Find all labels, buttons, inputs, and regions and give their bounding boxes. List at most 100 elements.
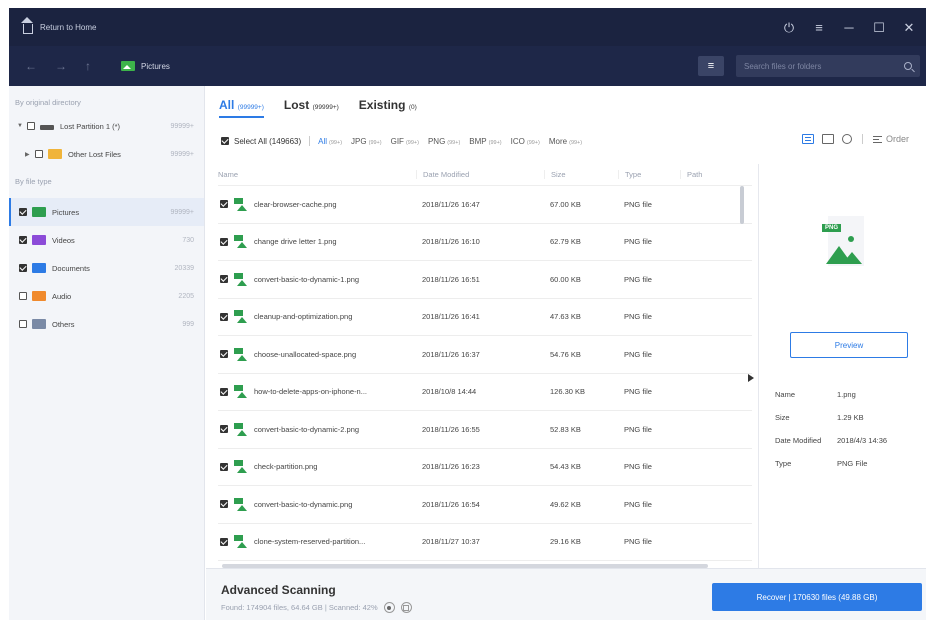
detail-panel: PNG Preview Name 1.png Size 1.29 KB Date M…	[748, 164, 926, 568]
minimize-icon[interactable]: ─	[842, 21, 856, 34]
tab-label: All	[219, 98, 235, 112]
row-checkbox[interactable]	[220, 350, 228, 359]
sidebar-item-documents[interactable]: Documents 20339	[9, 254, 204, 282]
file-name: convert-basic-to-dynamic-2.png	[254, 424, 360, 434]
filter-label: JPG	[351, 136, 367, 146]
back-arrow-icon[interactable]: ←	[25, 59, 37, 73]
table-row[interactable]: check-partition.png 2018/11/26 16:23 54.43…	[218, 449, 752, 486]
row-checkbox[interactable]	[220, 500, 228, 509]
filter-more[interactable]: More (99+)	[549, 137, 582, 146]
sidebar-item-others[interactable]: Others 999	[9, 310, 204, 338]
table-row[interactable]: cleanup-and-optimization.png 2018/11/26 1…	[218, 299, 752, 336]
stop-scan-icon[interactable]	[400, 602, 412, 613]
filter-gif[interactable]: GIF (99+)	[391, 137, 419, 146]
select-all-label[interactable]: Select All (149663)	[234, 137, 301, 146]
row-checkbox[interactable]	[220, 200, 228, 209]
filter-bmp[interactable]: BMP (99+)	[469, 137, 501, 146]
row-checkbox[interactable]	[220, 237, 228, 246]
power-icon[interactable]: ⏻	[782, 21, 796, 34]
table-row[interactable]: clear-browser-cache.png 2018/11/26 16:47 6…	[218, 186, 752, 224]
header-size[interactable]: Size	[544, 170, 618, 179]
thumbnail-view-icon[interactable]	[821, 134, 834, 144]
table-row[interactable]: convert-basic-to-dynamic-1.png 2018/11/26…	[218, 261, 752, 299]
tab-all[interactable]: All (99999+)	[219, 98, 264, 118]
forward-arrow-icon[interactable]: →	[55, 59, 67, 73]
sidebar-item-videos[interactable]: Videos 730	[9, 226, 204, 254]
filter-ico[interactable]: ICO (99+)	[511, 137, 540, 146]
sidebar-item-pictures[interactable]: Pictures 99999+	[9, 198, 204, 226]
filter-count: (99+)	[526, 139, 540, 146]
filter-count: (99+)	[488, 139, 502, 146]
tree-other-lost-files[interactable]: ▶ Other Lost Files 99999+	[9, 140, 204, 168]
cell-name: convert-basic-to-dynamic-1.png	[218, 272, 416, 286]
order-button[interactable]: Order	[872, 134, 909, 144]
order-label: Order	[885, 134, 909, 144]
up-arrow-icon[interactable]: ↑	[85, 59, 91, 73]
table-row[interactable]: choose-unallocated-space.png 2018/11/26 1…	[218, 336, 752, 374]
row-checkbox[interactable]	[220, 312, 228, 321]
divider	[309, 136, 311, 146]
others-checkbox[interactable]	[19, 320, 27, 328]
maximize-icon[interactable]: ☐	[872, 21, 886, 34]
row-checkbox[interactable]	[220, 462, 228, 471]
preview-button[interactable]: Preview	[790, 332, 908, 358]
filter-all[interactable]: All (99+)	[318, 137, 342, 146]
table-row[interactable]: how-to-delete-apps-on-iphone-n... 2018/10…	[218, 374, 752, 411]
tree-label: Lost Partition 1 (*)	[60, 121, 121, 131]
table-body: clear-browser-cache.png 2018/11/26 16:47 6…	[218, 186, 752, 561]
pictures-checkbox[interactable]	[19, 208, 27, 216]
cell-size: 126.30 KB	[550, 387, 586, 397]
table-row[interactable]: convert-basic-to-dynamic.png 2018/11/26 1…	[218, 486, 752, 524]
filter-count: (99+)	[329, 139, 343, 146]
table-row[interactable]: clone-system-reserved-partition... 2018/1…	[218, 524, 752, 561]
close-icon[interactable]: ✕	[902, 21, 916, 34]
tab-count: (99999+)	[237, 104, 264, 111]
breadcrumb[interactable]: Pictures	[121, 61, 170, 71]
search-icon[interactable]	[904, 62, 912, 70]
row-checkbox[interactable]	[220, 425, 228, 434]
tag-icon[interactable]	[841, 134, 852, 144]
collapse-panel-icon[interactable]	[748, 374, 754, 382]
tree-lost-partition[interactable]: ▼ Lost Partition 1 (*) 99999+	[9, 112, 204, 140]
videos-checkbox[interactable]	[19, 236, 27, 244]
select-all-checkbox[interactable]	[221, 137, 229, 145]
documents-checkbox[interactable]	[19, 264, 27, 272]
audio-checkbox[interactable]	[19, 292, 27, 300]
recover-button[interactable]: Recover | 170630 files (49.88 GB)	[712, 583, 922, 611]
filter-jpg[interactable]: JPG (99+)	[351, 137, 382, 146]
tab-lost[interactable]: Lost (99999+)	[284, 98, 339, 116]
header-date[interactable]: Date Modified	[416, 170, 544, 179]
row-checkbox[interactable]	[220, 275, 228, 284]
cell-type: PNG file	[624, 312, 652, 322]
row-checkbox[interactable]	[220, 387, 228, 396]
sun-shape	[848, 236, 854, 242]
filter-label: BMP	[469, 136, 487, 146]
table-row[interactable]: change drive letter 1.png 2018/11/26 16:1…	[218, 224, 752, 261]
table-row[interactable]: convert-basic-to-dynamic-2.png 2018/11/26…	[218, 411, 752, 449]
cell-type: PNG file	[624, 499, 652, 509]
header-type[interactable]: Type	[618, 170, 680, 179]
return-home-button[interactable]: Return to Home	[21, 16, 96, 34]
row-checkbox[interactable]	[220, 537, 228, 546]
filter-png[interactable]: PNG (99+)	[428, 137, 460, 146]
view-menu-button[interactable]: ≡	[698, 56, 724, 76]
list-view-icon[interactable]	[801, 134, 814, 144]
image-file-icon	[233, 535, 247, 549]
sidebar-item-audio[interactable]: Audio 2205	[9, 282, 204, 310]
tree-checkbox[interactable]	[35, 150, 43, 158]
scan-footer: Advanced Scanning Found: 174904 files, 6…	[206, 568, 926, 620]
file-name: change drive letter 1.png	[254, 237, 337, 247]
tree-checkbox[interactable]	[27, 122, 35, 130]
tab-existing[interactable]: Existing (0)	[359, 98, 417, 116]
vertical-scrollbar[interactable]	[740, 186, 744, 224]
cell-name: change drive letter 1.png	[218, 235, 416, 249]
tree-label: Other Lost Files	[68, 149, 121, 159]
header-name[interactable]: Name	[218, 170, 416, 179]
expand-icon[interactable]: ▶	[25, 151, 33, 158]
search-input[interactable]	[744, 61, 904, 71]
pause-scan-icon[interactable]	[383, 602, 395, 613]
collapse-icon[interactable]: ▼	[17, 123, 25, 129]
header-path[interactable]: Path	[680, 170, 740, 179]
sidebar-item-label: Documents	[52, 263, 90, 273]
menu-icon[interactable]: ≡	[812, 21, 826, 34]
